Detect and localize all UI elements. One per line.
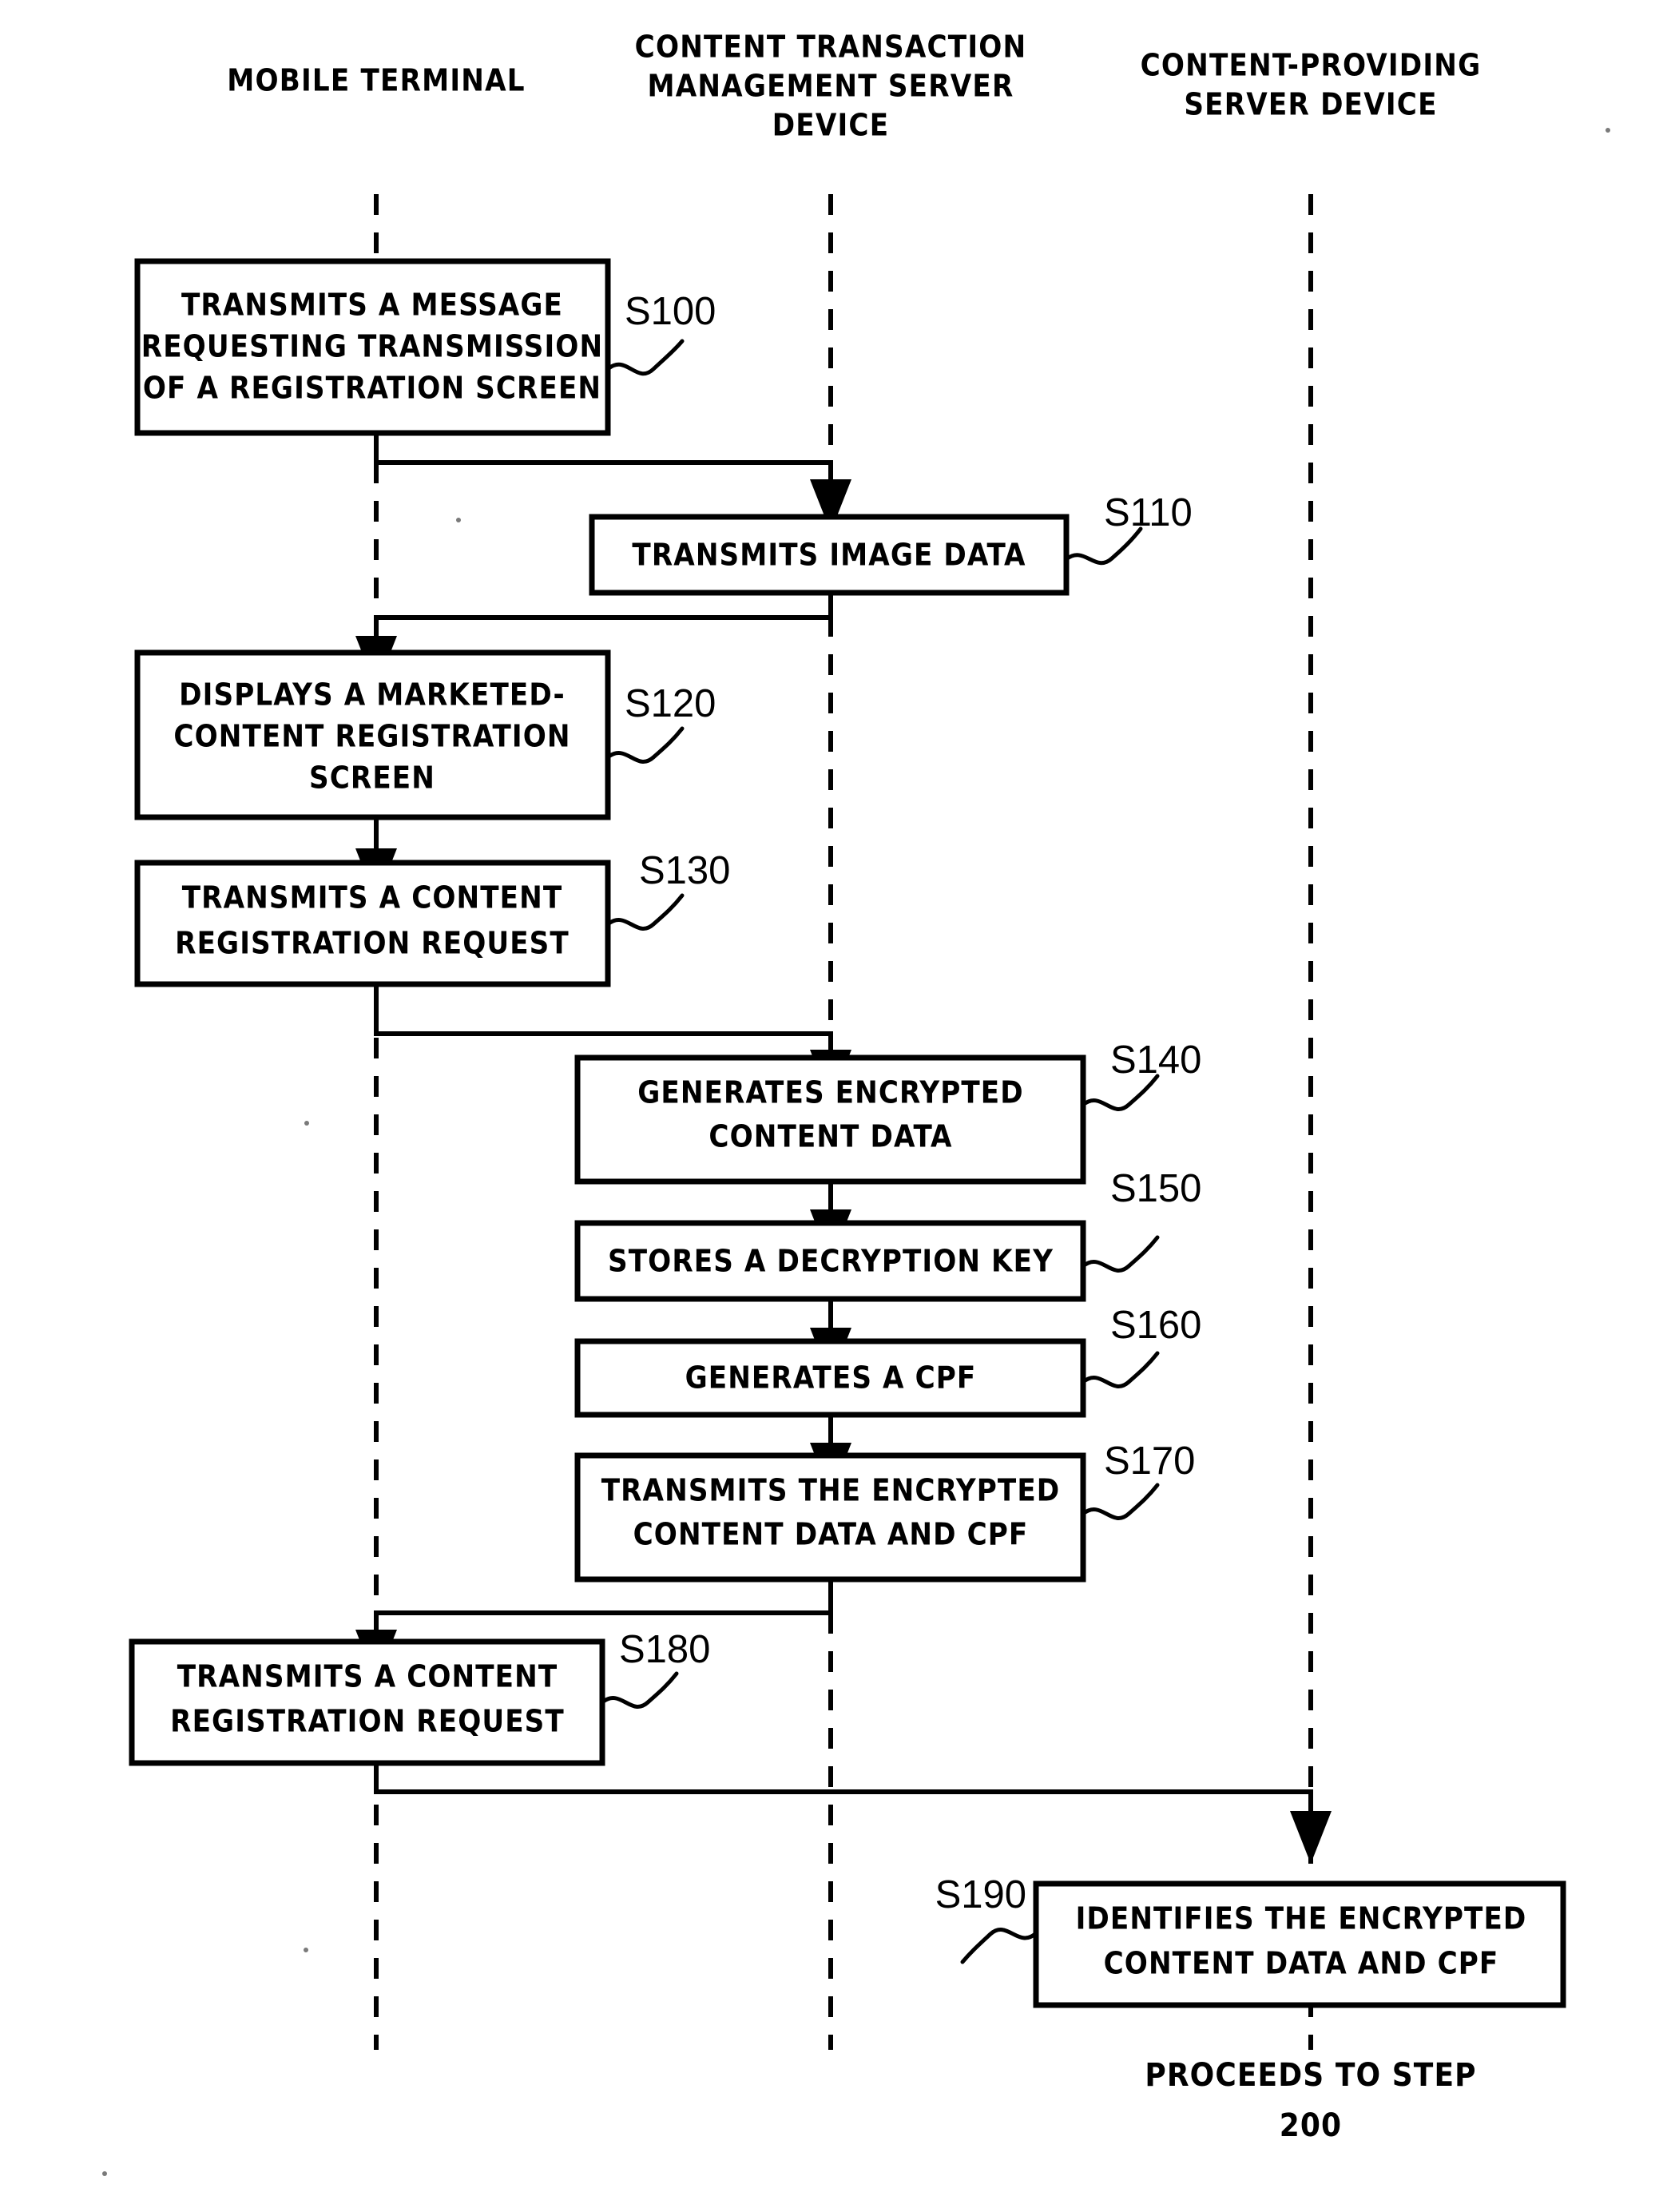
- step-box-line: REQUESTING TRANSMISSION: [141, 329, 603, 364]
- step-label-s140: S140: [1110, 1038, 1201, 1082]
- step-box-line: CONTENT REGISTRATION: [173, 719, 570, 754]
- step-box-s100: TRANSMITS A MESSAGE REQUESTING TRANSMISS…: [134, 258, 716, 436]
- step-leader-line: [605, 726, 685, 764]
- step-box-line: CONTENT DATA: [708, 1119, 952, 1154]
- step-box-s150: STORES A DECRYPTION KEY S150: [574, 1167, 1201, 1302]
- step-box-line: TRANSMITS IMAGE DATA: [632, 538, 1026, 573]
- column-header-line: CONTENT TRANSACTION: [635, 30, 1027, 65]
- step-box-s160: GENERATES A CPF S160: [574, 1304, 1201, 1418]
- step-label-s130: S130: [639, 849, 730, 892]
- step-leader-line: [1081, 1235, 1160, 1273]
- step-leader-line: [600, 1671, 679, 1709]
- step-box-line: TRANSMITS A CONTENT: [177, 1659, 558, 1694]
- diagram-canvas: MOBILE TERMINAL CONTENT TRANSACTION MANA…: [102, 30, 1610, 2176]
- step-box-s120: DISPLAYS A MARKETED- CONTENT REGISTRATIO…: [134, 649, 716, 820]
- column-header-line: CONTENT-PROVIDING: [1141, 48, 1482, 83]
- step-box-s140: GENERATES ENCRYPTED CONTENT DATA S140: [574, 1038, 1201, 1185]
- step-box-line: DISPLAYS A MARKETED-: [179, 677, 566, 713]
- step-label-s100: S100: [625, 290, 716, 333]
- step-label-s180: S180: [619, 1628, 710, 1671]
- step-box-s130: TRANSMITS A CONTENT REGISTRATION REQUEST…: [134, 849, 730, 987]
- step-box-line: STORES A DECRYPTION KEY: [608, 1244, 1054, 1279]
- step-box-line: GENERATES ENCRYPTED: [637, 1075, 1024, 1110]
- step-box-line: TRANSMITS THE ENCRYPTED: [601, 1473, 1061, 1508]
- step-label-s110: S110: [1104, 491, 1193, 534]
- column-header-line: MOBILE TERMINAL: [227, 63, 526, 98]
- column-header-content-providing-server-device: CONTENT-PROVIDING SERVER DEVICE: [1141, 48, 1482, 122]
- column-header-content-transaction-management-server-device: CONTENT TRANSACTION MANAGEMENT SERVER DE…: [635, 30, 1027, 143]
- column-header-line: SERVER DEVICE: [1184, 87, 1437, 122]
- step-box-line: IDENTIFIES THE ENCRYPTED: [1076, 1901, 1527, 1936]
- step-box-line: SCREEN: [309, 760, 435, 796]
- patent-sequence-figure: MOBILE TERMINAL CONTENT TRANSACTION MANA…: [0, 0, 1671, 2212]
- step-label-s150: S150: [1110, 1167, 1201, 1210]
- step-box-s110: TRANSMITS IMAGE DATA S110: [589, 491, 1193, 596]
- footer-proceeds-to-step: PROCEEDS TO STEP 200: [1145, 2057, 1476, 2144]
- step-box-line: CONTENT DATA AND CPF: [633, 1517, 1029, 1552]
- step-label-s160: S160: [1110, 1304, 1201, 1347]
- step-box-line: TRANSMITS A MESSAGE: [181, 288, 563, 323]
- step-leader-line: [1081, 1351, 1160, 1388]
- step-box-line: REGISTRATION REQUEST: [175, 926, 570, 961]
- flow-connector-s180-to-s190: [374, 1763, 1332, 1864]
- step-box-s170: TRANSMITS THE ENCRYPTED CONTENT DATA AND…: [574, 1440, 1195, 1583]
- step-box-line: GENERATES A CPF: [685, 1360, 977, 1396]
- step-box-line: TRANSMITS A CONTENT: [182, 880, 563, 915]
- step-box-s190: IDENTIFIES THE ENCRYPTED CONTENT DATA AN…: [935, 1873, 1566, 2008]
- step-box-s180: TRANSMITS A CONTENT REGISTRATION REQUEST…: [129, 1628, 710, 1766]
- step-leader-line: [960, 1928, 1038, 1964]
- step-box-line: OF A REGISTRATION SCREEN: [143, 371, 601, 406]
- step-leader-line: [1081, 1483, 1160, 1520]
- column-header-mobile-terminal: MOBILE TERMINAL: [227, 63, 526, 98]
- step-box-line: CONTENT DATA AND CPF: [1104, 1946, 1499, 1981]
- step-label-s170: S170: [1104, 1440, 1195, 1483]
- step-label-s190: S190: [935, 1873, 1026, 1916]
- step-leader-line: [605, 339, 685, 376]
- step-leader-line: [605, 893, 685, 931]
- column-header-line: DEVICE: [772, 108, 890, 143]
- column-header-line: MANAGEMENT SERVER: [647, 69, 1014, 104]
- footer-line: PROCEEDS TO STEP: [1145, 2057, 1476, 2094]
- footer-line: 200: [1280, 2107, 1342, 2144]
- step-label-s120: S120: [625, 682, 716, 725]
- step-box-line: REGISTRATION REQUEST: [170, 1704, 565, 1739]
